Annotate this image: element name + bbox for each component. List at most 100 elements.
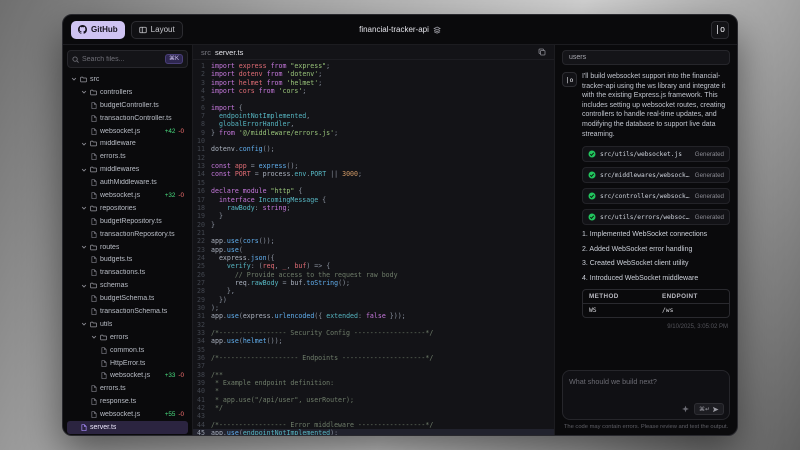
code-line: 4 import cors from 'cors';	[193, 87, 554, 95]
generated-file-path: src/controllers/websocket.js	[600, 192, 691, 200]
app-logo[interactable]: |o	[711, 20, 729, 39]
github-button[interactable]: GitHub	[71, 20, 125, 39]
code-line: 33/*----------------- Security Config --…	[193, 329, 554, 337]
copy-icon[interactable]	[538, 48, 546, 56]
file-icon	[91, 218, 97, 225]
line-number: 44	[197, 420, 205, 429]
tree-file-budgetSchema.ts[interactable]: budgetSchema.ts	[67, 292, 188, 305]
file-icon	[91, 398, 97, 406]
project-title: financial-tracker-api	[359, 25, 429, 34]
tree-file-budgetController.ts[interactable]: budgetController.ts	[67, 99, 188, 112]
tree-folder-errors[interactable]: errors	[67, 331, 188, 344]
code-editor: src server.ts 1 import express from "expr…	[193, 45, 554, 435]
tree-file-package.json[interactable]: package.json+3-1	[67, 434, 188, 435]
endpoint-table: METHOD ENDPOINT WS/ws	[582, 289, 730, 319]
tree-item-label: response.ts	[100, 398, 137, 406]
code-line: 31 app. use(express. urlencoded({ extended:…	[193, 312, 554, 320]
tree-file-server.ts[interactable]: server.ts	[67, 421, 188, 434]
code-line: 29 })	[193, 296, 554, 304]
tree-file-budgetRepository.ts[interactable]: budgetRepository.ts	[67, 215, 188, 228]
tree-item-label: middlewares	[100, 166, 140, 174]
chevron-down-icon	[91, 335, 97, 339]
generated-file-card[interactable]: src/middlewares/websocket.jsGenerated	[582, 167, 730, 184]
code-line: 44/*----------------- Error middleware -…	[193, 421, 554, 429]
tree-folder-utils[interactable]: utils	[67, 318, 188, 331]
tree-item-label: websocket.js	[100, 191, 141, 199]
assistant-avatar-text: |o	[565, 75, 574, 84]
tree-file-transactionController.ts[interactable]: transactionController.ts	[67, 112, 188, 125]
code-line: 17 interface IncomingMessage {	[193, 196, 554, 204]
diff-added-badge: +55	[164, 411, 176, 419]
tree-file-response.ts[interactable]: response.ts	[67, 395, 188, 408]
step-item: 3. Created WebSocket client utility	[582, 260, 689, 268]
line-number: 23	[197, 245, 205, 254]
project-title-group[interactable]: financial-tracker-api	[359, 25, 441, 34]
tree-file-websocket.js[interactable]: websocket.js +32 -0	[67, 189, 188, 202]
tree-item-label: websocket.js	[100, 411, 141, 419]
main-area: Search files... ⌘K src controllers budgetC…	[63, 45, 737, 435]
layout-button[interactable]: Layout	[130, 20, 183, 39]
chat-composer[interactable]: What should we build next? ⌘↵	[562, 370, 730, 420]
search-icon	[72, 55, 79, 63]
line-number: 40	[197, 387, 205, 396]
code-line: 39 * Example endpoint definition:	[193, 379, 554, 387]
file-icon	[101, 372, 107, 380]
table-row: WS/ws	[583, 303, 729, 317]
search-input[interactable]: Search files... ⌘K	[67, 50, 188, 68]
tree-folder-controllers[interactable]: controllers	[67, 86, 188, 99]
generated-file-card[interactable]: src/controllers/websocket.jsGenerated	[582, 188, 730, 205]
tree-file-authMiddleware.ts[interactable]: authMiddleware.ts	[67, 176, 188, 189]
generated-file-card[interactable]: src/utils/errors/websocket.jsGenerated	[582, 209, 730, 226]
tree-item-label: budgetController.ts	[100, 101, 159, 109]
tree-file-errors.ts[interactable]: errors.ts	[67, 150, 188, 163]
tree-file-errors.ts[interactable]: errors.ts	[67, 382, 188, 395]
tree-file-common.ts[interactable]: common.ts	[67, 344, 188, 357]
send-button[interactable]: ⌘↵	[693, 403, 724, 415]
tree-file-websocket.js[interactable]: websocket.js +42 -0	[67, 125, 188, 138]
github-button-label: GitHub	[91, 25, 118, 34]
tree-file-transactionSchema.ts[interactable]: transactionSchema.ts	[67, 305, 188, 318]
sparkle-icon[interactable]	[681, 405, 690, 414]
tree-file-websocket.js[interactable]: websocket.js +33 -0	[67, 369, 188, 382]
line-number: 36	[197, 354, 205, 363]
code-line: 25 verify: (req, _, buf) => {	[193, 262, 554, 270]
line-number: 35	[197, 345, 205, 354]
tree-file-transactionRepository.ts[interactable]: transactionRepository.ts	[67, 228, 188, 241]
tree-file-budgets.ts[interactable]: budgets.ts	[67, 253, 188, 266]
chat-session-tab[interactable]: users	[562, 50, 730, 65]
tree-folder-middleware[interactable]: middleware	[67, 137, 188, 150]
tree-file-websocket.js[interactable]: websocket.js +55 -0	[67, 408, 188, 421]
line-number: 34	[197, 337, 205, 346]
code-line: 14 const PORT = process. env. PORT || 3000;	[193, 170, 554, 178]
desktop-background: GitHub Layout financial-tracker-api |o S…	[0, 0, 800, 450]
code-line: 37	[193, 362, 554, 370]
chat-messages[interactable]: |o I'll build websocket support into the…	[562, 72, 730, 365]
code-line: 40 *	[193, 387, 554, 395]
code-area[interactable]: 1 import express from "express"; 2 import d…	[193, 60, 554, 435]
line-number: 45	[197, 429, 205, 435]
tree-folder-middlewares[interactable]: middlewares	[67, 163, 188, 176]
file-icon	[91, 102, 97, 109]
diff-added-badge: +32	[164, 191, 176, 199]
line-number: 22	[197, 237, 205, 246]
tree-file-HttpError.ts[interactable]: HttpError.ts	[67, 357, 188, 370]
tree-folder-routes[interactable]: routes	[67, 241, 188, 254]
generated-file-card[interactable]: src/utils/websocket.js Generated	[582, 146, 730, 163]
generated-file-path: src/utils/errors/websocket.js	[600, 213, 691, 221]
code-line: 34 app. use(helmet ());	[193, 337, 554, 345]
line-number: 13	[197, 162, 205, 171]
code-line: 42 */	[193, 404, 554, 412]
chevron-down-icon	[81, 323, 87, 326]
file-icon	[81, 424, 87, 431]
step-item: 1. Implemented WebSocket connections	[582, 231, 708, 239]
tree-file-transactions.ts[interactable]: transactions.ts	[67, 266, 188, 279]
line-number: 14	[197, 170, 205, 179]
tree-item-label: utils	[100, 320, 113, 328]
tree-folder-repositories[interactable]: repositories	[67, 202, 188, 215]
tree-folder-schemas[interactable]: schemas	[67, 279, 188, 292]
tree-folder-src[interactable]: src	[67, 73, 188, 86]
file-icon	[91, 411, 97, 419]
table-cell: WS	[589, 307, 597, 315]
layout-button-label: Layout	[150, 25, 175, 34]
code-line: 26 // Provide access to the request raw …	[193, 271, 554, 279]
